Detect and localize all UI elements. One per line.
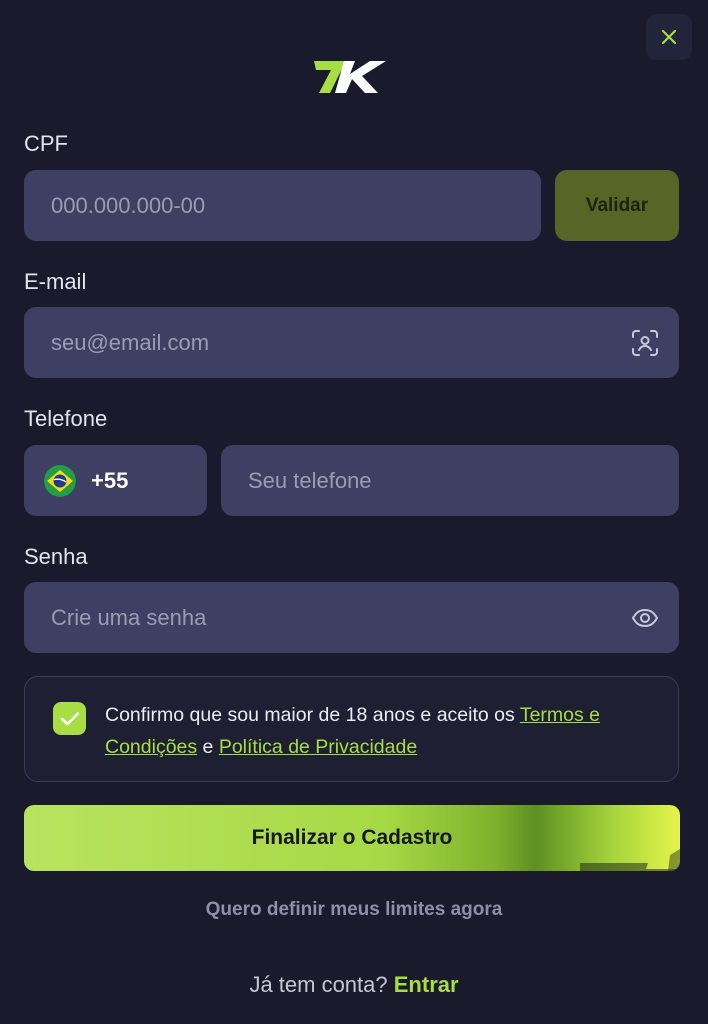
password-field-container <box>24 582 679 653</box>
cpf-label: CPF <box>24 131 68 156</box>
login-link[interactable]: Entrar <box>394 972 459 997</box>
terms-text-before: Confirmo que sou maior de 18 anos e acei… <box>105 704 520 726</box>
password-input[interactable] <box>24 604 679 631</box>
face-scan-icon[interactable] <box>629 327 661 359</box>
brand-logo <box>314 61 386 93</box>
dial-code: +55 <box>91 467 129 493</box>
checkmark-icon <box>60 711 79 725</box>
brazil-flag-icon <box>44 464 76 497</box>
country-code-select[interactable]: +55 <box>24 445 207 516</box>
password-label: Senha <box>24 544 88 569</box>
close-button[interactable] <box>646 14 692 60</box>
login-prompt: Já tem conta? Entrar <box>0 972 708 998</box>
phone-field-container <box>221 445 679 516</box>
phone-label: Telefone <box>24 406 108 431</box>
validate-button[interactable]: Validar <box>555 170 679 241</box>
email-label: E-mail <box>24 269 87 294</box>
signup-modal: CPF Validar E-mail Telefone <box>0 0 708 1024</box>
email-input[interactable] <box>24 329 679 356</box>
eye-icon[interactable] <box>629 602 661 634</box>
button-decoration <box>580 849 680 871</box>
close-icon <box>661 29 677 45</box>
email-field-container <box>24 307 679 378</box>
cpf-input[interactable] <box>24 192 541 219</box>
set-limits-link[interactable]: Quero definir meus limites agora <box>0 899 708 921</box>
terms-checkbox[interactable] <box>53 702 86 735</box>
submit-label: Finalizar o Cadastro <box>251 826 453 849</box>
terms-connector: e <box>197 736 219 758</box>
terms-consent-box: Confirmo que sou maior de 18 anos e acei… <box>24 676 679 782</box>
terms-text: Confirmo que sou maior de 18 anos e acei… <box>105 699 660 763</box>
privacy-policy-link[interactable]: Política de Privacidade <box>219 736 417 758</box>
submit-button[interactable]: Finalizar o Cadastro <box>24 805 680 871</box>
cpf-field-container <box>24 170 541 241</box>
login-prompt-text: Já tem conta? <box>249 972 388 997</box>
phone-input[interactable] <box>221 467 679 494</box>
